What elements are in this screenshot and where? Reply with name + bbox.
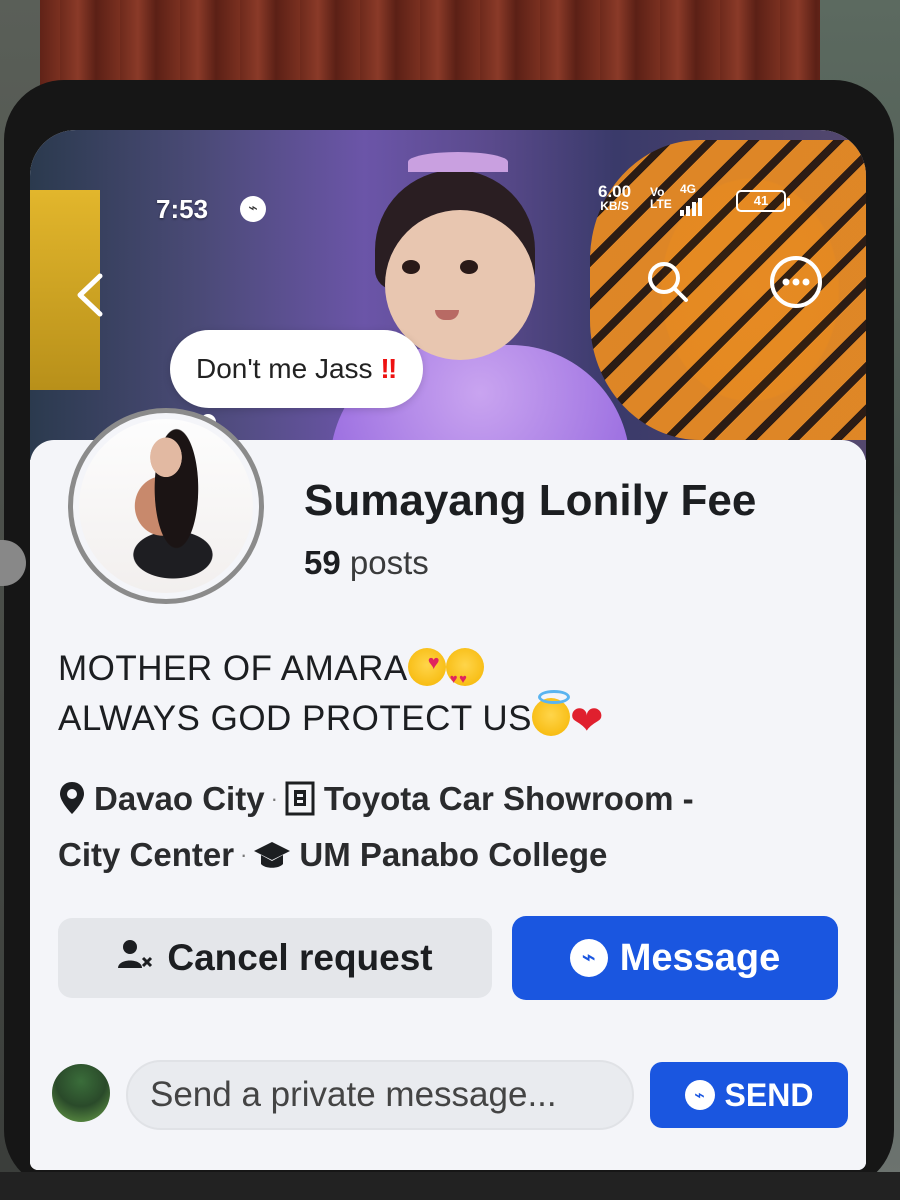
message-label: Message	[619, 936, 781, 979]
location-text[interactable]: Davao City	[94, 780, 265, 817]
graduation-cap-icon	[253, 836, 291, 886]
phone-screen: 7:53 ⌁ 6.00 KB/S Vo LTE 4G 41 Don't me J…	[30, 130, 866, 1170]
cover-tiara	[408, 152, 508, 172]
work-text-cont[interactable]: City Center	[58, 836, 234, 873]
building-icon	[284, 780, 316, 830]
work-text[interactable]: Toyota Car Showroom -	[324, 780, 694, 817]
more-icon[interactable]	[768, 254, 824, 310]
note-emphasis: ‼	[380, 353, 398, 384]
private-message-input[interactable]: Send a private message...	[126, 1060, 634, 1130]
education-text[interactable]: UM Panabo College	[299, 836, 607, 873]
profile-name: Sumayang Lonily Fee	[304, 476, 757, 525]
phone-bottom-edge	[0, 1172, 900, 1200]
red-heart-icon: ❤	[570, 699, 605, 743]
send-label: SEND	[724, 1076, 814, 1113]
separator-dot: ·	[240, 842, 248, 867]
bio-line-2: ALWAYS GOD PROTECT US ❤	[58, 690, 605, 746]
cover-tiger-toy	[590, 140, 866, 440]
back-arrow-svg	[77, 273, 103, 317]
note-text: Don't me Jass	[196, 353, 373, 384]
status-network-speed: 6.00 KB/S	[598, 183, 631, 214]
posts-count-label: posts	[349, 544, 429, 581]
status-time: 7:53	[156, 194, 209, 224]
profile-avatar[interactable]	[68, 408, 264, 604]
cover-eye-left	[402, 260, 420, 274]
search-icon[interactable]	[640, 254, 696, 310]
search-svg	[648, 262, 688, 302]
messenger-icon	[569, 939, 608, 977]
cancel-request-button[interactable]: Cancel request	[58, 918, 492, 998]
bio-text-1: MOTHER OF AMARA	[58, 649, 408, 688]
bio-text-2: ALWAYS GOD PROTECT US	[58, 699, 532, 738]
battery-icon: 41	[736, 190, 790, 212]
cover-eye-right	[460, 260, 478, 274]
private-message-placeholder: Send a private message...	[150, 1075, 557, 1114]
separator-dot: ·	[270, 786, 278, 811]
more-svg	[770, 256, 822, 308]
messenger-icon	[684, 1080, 715, 1110]
viewer-avatar	[52, 1064, 110, 1122]
bio-line-1: MOTHER OF AMARA	[58, 638, 604, 704]
send-button[interactable]: SEND	[650, 1062, 848, 1128]
smiling-hearts-emoji-icon	[407, 638, 446, 688]
signal-icon: 4G	[680, 182, 702, 216]
posts-count: 59 posts	[304, 544, 429, 582]
cancel-friend-icon	[117, 937, 153, 979]
status-volte: Vo LTE	[650, 186, 672, 210]
network-type: 4G	[680, 182, 697, 196]
profile-bio: MOTHER OF AMARA ALWAYS GOD PROTECT US ❤	[58, 638, 605, 746]
speed-unit: KB/S	[600, 199, 629, 213]
location-pin-icon	[58, 780, 86, 830]
back-arrow-icon[interactable]	[70, 270, 120, 320]
posts-count-value: 59	[304, 544, 341, 581]
cancel-request-label: Cancel request	[167, 937, 433, 978]
signal-bars	[680, 198, 702, 216]
message-button[interactable]: Message	[512, 916, 838, 1000]
avatar-image	[79, 419, 253, 593]
heart-eyes-emoji-icon	[445, 648, 484, 704]
volte-bottom: LTE	[650, 197, 672, 211]
messenger-notification-icon: ⌁	[240, 196, 266, 222]
halo-emoji-icon	[532, 690, 570, 736]
profile-details: Davao City · Toyota Car Showroom - City C…	[58, 774, 838, 886]
profile-note-bubble[interactable]: Don't me Jass ‼	[170, 330, 424, 408]
